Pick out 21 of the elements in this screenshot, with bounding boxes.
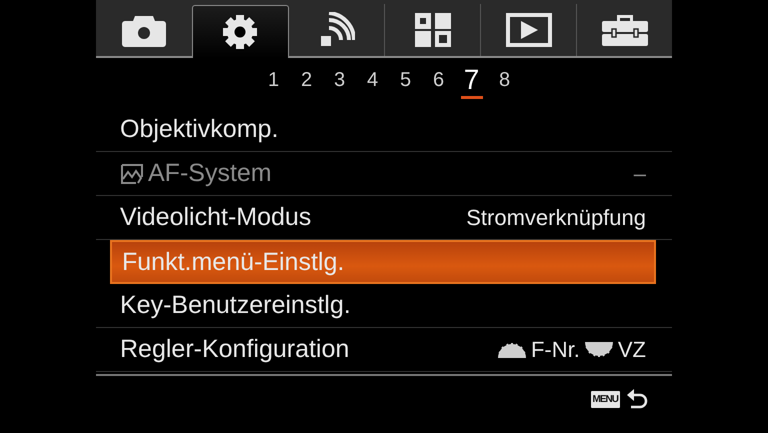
toolbox-icon bbox=[600, 13, 649, 47]
menu-item[interactable]: Key-Benutzereinstlg. bbox=[96, 284, 672, 328]
front-dial-icon bbox=[496, 342, 527, 358]
page-number[interactable]: 1 bbox=[262, 67, 284, 99]
menu-tab[interactable] bbox=[192, 5, 289, 58]
page-number[interactable]: 2 bbox=[296, 67, 318, 99]
wireless-icon bbox=[319, 12, 356, 48]
page-number[interactable]: 4 bbox=[362, 67, 384, 99]
playback-icon bbox=[506, 13, 552, 47]
return-icon bbox=[626, 388, 648, 410]
page-number[interactable]: 5 bbox=[394, 67, 416, 99]
rear-dial-icon bbox=[584, 342, 614, 358]
page-number[interactable]: 8 bbox=[494, 67, 516, 99]
page-number[interactable]: 7 bbox=[460, 67, 482, 99]
settings-icon bbox=[221, 13, 260, 51]
menu-item[interactable]: Regler-Konfiguration F-Nr. VZ bbox=[96, 328, 672, 372]
page-number[interactable]: 6 bbox=[428, 67, 450, 99]
menu-item[interactable]: Objektivkomp. bbox=[96, 108, 672, 152]
grid-icon bbox=[414, 12, 452, 48]
page-number[interactable]: 3 bbox=[328, 67, 350, 99]
menu-button-label: MENU bbox=[590, 390, 620, 408]
